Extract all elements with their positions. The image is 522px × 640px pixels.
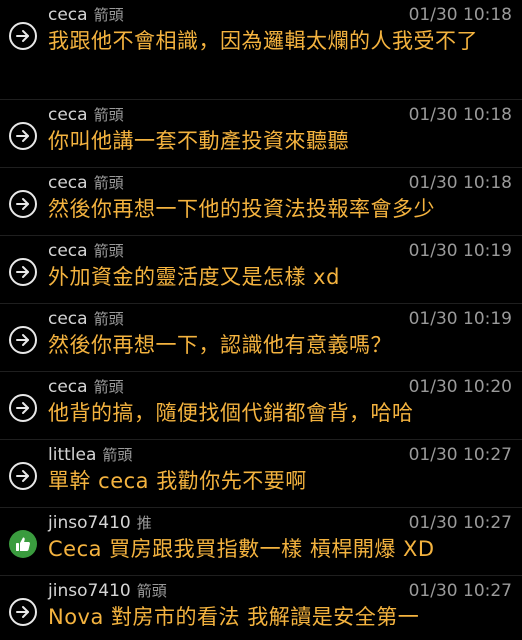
arrow-icon [9,22,37,50]
comment-time: 01/30 10:27 [408,581,512,601]
comment-time: 01/30 10:27 [408,513,512,533]
comment-time: 01/30 10:18 [408,5,512,25]
comment-text: 然後你再想一下，認識他有意義嗎？ [48,333,392,357]
comment-text: 然後你再想一下他的投資法投報率會多少 [48,197,435,221]
comment-meta: ceca 箭頭 [48,308,124,330]
comment-tag: 箭頭 [102,446,133,464]
comment-tag: 箭頭 [93,106,124,124]
comment-list: ceca 箭頭 01/30 10:18 我跟他不會相識，因為邏輯太爛的人我受不了 cec… [0,0,522,640]
comment-username[interactable]: jinso7410 [48,581,131,601]
comment-text: 你叫他講一套不動產投資來聽聽 [48,129,349,153]
comment-tag: 推 [136,514,152,532]
comment-text: 外加資金的靈活度又是怎樣 xd [48,265,340,289]
comment-tag: 箭頭 [93,242,124,260]
comment-time: 01/30 10:19 [408,309,512,329]
comment-time: 01/30 10:18 [408,173,512,193]
comment-row: jinso7410 箭頭 01/30 10:27 Nova 對房市的看法 我解讀是安全… [0,576,522,640]
comment-time: 01/30 10:20 [408,377,512,397]
comment-time: 01/30 10:19 [408,241,512,261]
comment-row: littlea 箭頭 01/30 10:27 單幹 ceca 我勸你先不要啊 [0,440,522,508]
comment-tag: 箭頭 [93,6,124,24]
comment-text: Nova 對房市的看法 我解讀是安全第一 [48,605,420,629]
arrow-icon [9,326,37,354]
thumbs-up-icon [9,530,37,558]
arrow-icon [9,258,37,286]
comment-meta: littlea 箭頭 [48,444,132,466]
comment-meta: ceca 箭頭 [48,4,124,26]
comment-row: ceca 箭頭 01/30 10:19 外加資金的靈活度又是怎樣 xd [0,236,522,304]
comment-meta: jinso7410 箭頭 [48,580,167,602]
comment-username[interactable]: ceca [48,309,88,329]
comment-row: ceca 箭頭 01/30 10:18 然後你再想一下他的投資法投報率會多少 [0,168,522,236]
comment-time: 01/30 10:18 [408,105,512,125]
comment-text: Ceca 買房跟我買指數一樣 槓桿開爆 XD [48,537,435,561]
arrow-icon [9,190,37,218]
comment-meta: jinso7410 推 [48,512,152,534]
comment-tag: 箭頭 [93,378,124,396]
comment-tag: 箭頭 [93,174,124,192]
arrow-icon [9,122,37,150]
comment-row: ceca 箭頭 01/30 10:19 然後你再想一下，認識他有意義嗎？ [0,304,522,372]
comment-text: 單幹 ceca 我勸你先不要啊 [48,469,307,493]
comment-row: ceca 箭頭 01/30 10:18 你叫他講一套不動產投資來聽聽 [0,100,522,168]
comment-meta: ceca 箭頭 [48,172,124,194]
comment-username[interactable]: ceca [48,377,88,397]
arrow-icon [9,394,37,422]
comment-meta: ceca 箭頭 [48,240,124,262]
comment-row: ceca 箭頭 01/30 10:18 我跟他不會相識，因為邏輯太爛的人我受不了 [0,0,522,100]
arrow-icon [9,462,37,490]
comment-row: ceca 箭頭 01/30 10:20 他背的搞，隨便找個代銷都會背，哈哈 [0,372,522,440]
arrow-icon [9,598,37,626]
comment-text: 我跟他不會相識，因為邏輯太爛的人我受不了 [48,29,478,53]
comment-time: 01/30 10:27 [408,445,512,465]
comment-row: jinso7410 推 01/30 10:27 Ceca 買房跟我買指數一樣 槓桿開爆… [0,508,522,576]
comment-tag: 箭頭 [93,310,124,328]
comment-username[interactable]: ceca [48,241,88,261]
comment-username[interactable]: ceca [48,5,88,25]
comment-username[interactable]: littlea [48,445,96,465]
comment-tag: 箭頭 [136,582,167,600]
comment-meta: ceca 箭頭 [48,104,124,126]
comment-username[interactable]: jinso7410 [48,513,131,533]
comment-username[interactable]: ceca [48,173,88,193]
comment-meta: ceca 箭頭 [48,376,124,398]
comment-text: 他背的搞，隨便找個代銷都會背，哈哈 [48,401,414,425]
comment-username[interactable]: ceca [48,105,88,125]
